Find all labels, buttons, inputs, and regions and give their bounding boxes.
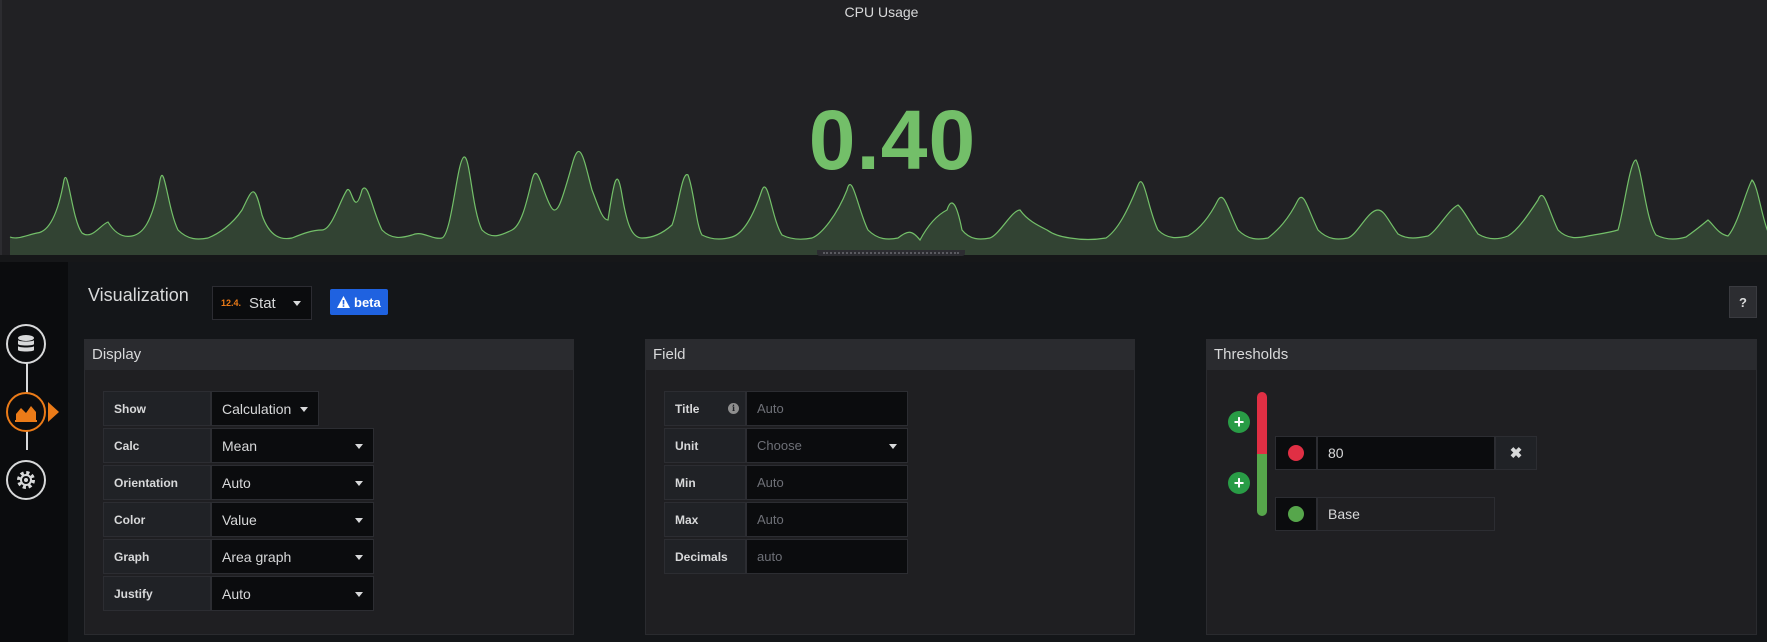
decimals-input[interactable]: auto (746, 539, 908, 574)
active-tab-arrow (48, 402, 59, 422)
display-orientation-row: Orientation Auto (103, 465, 374, 500)
justify-select-value: Auto (222, 585, 251, 602)
display-justify-row: Justify Auto (103, 576, 374, 611)
calc-select-value: Mean (222, 437, 258, 454)
stat-viz-icon: 12.4. (221, 298, 242, 308)
display-calc-row: Calc Mean (103, 428, 374, 463)
color-label: Color (103, 502, 211, 537)
thresholds-section: Thresholds (1206, 339, 1757, 635)
close-icon: ✖ (1509, 445, 1523, 462)
show-select[interactable]: Calculation (211, 391, 319, 426)
red-color-dot (1288, 445, 1304, 461)
stat-value: 0.40 (808, 93, 977, 187)
chevron-down-icon (355, 481, 363, 486)
color-select-value: Value (222, 511, 257, 528)
stat-panel: CPU Usage 0.40 (0, 0, 1767, 256)
title-label-text: Title (675, 401, 700, 416)
title-input[interactable]: Auto (746, 391, 908, 426)
chevron-down-icon (355, 555, 363, 560)
unit-label: Unit (664, 428, 746, 463)
threshold-row: 80 ✖ (1275, 436, 1537, 470)
help-button[interactable]: ? (1729, 286, 1757, 318)
visualization-tab-button[interactable] (6, 392, 46, 432)
visualization-picker-label: Stat (249, 294, 276, 312)
calc-select[interactable]: Mean (211, 428, 374, 463)
chevron-down-icon (355, 444, 363, 449)
editor-rail (0, 262, 68, 642)
area-chart-icon (15, 406, 37, 422)
title-label: Title i (664, 391, 746, 426)
field-max-row: Max Auto (664, 502, 908, 537)
unit-select[interactable]: Choose (746, 428, 908, 463)
display-graph-row: Graph Area graph (103, 539, 374, 574)
warning-icon (337, 296, 350, 308)
min-label: Min (664, 465, 746, 500)
threshold-bar-red (1257, 392, 1267, 454)
threshold-base-input: Base (1317, 497, 1495, 531)
general-tab-button[interactable] (6, 460, 46, 500)
graph-select-value: Area graph (222, 548, 292, 565)
queries-tab-button[interactable] (6, 324, 46, 364)
threshold-bar-green (1257, 454, 1267, 516)
chevron-down-icon (293, 301, 301, 306)
chevron-down-icon (355, 518, 363, 523)
graph-label: Graph (103, 539, 211, 574)
panel-resize-handle[interactable] (817, 250, 965, 256)
orientation-select-value: Auto (222, 474, 251, 491)
display-show-row: Show Calculation (103, 391, 319, 426)
graph-select[interactable]: Area graph (211, 539, 374, 574)
chevron-down-icon (889, 444, 897, 449)
max-input[interactable]: Auto (746, 502, 908, 537)
threshold-row-base: Base (1275, 497, 1495, 531)
threshold-color-picker[interactable] (1275, 497, 1317, 531)
color-select[interactable]: Value (211, 502, 374, 537)
orientation-select[interactable]: Auto (211, 465, 374, 500)
orientation-label: Orientation (103, 465, 211, 500)
display-color-row: Color Value (103, 502, 374, 537)
show-select-value: Calculation (222, 400, 292, 417)
decimals-label: Decimals (664, 539, 746, 574)
add-threshold-button[interactable]: + (1228, 411, 1250, 433)
field-title-row: Title i Auto (664, 391, 908, 426)
database-icon (18, 335, 34, 352)
visualization-picker[interactable]: 12.4. Stat (212, 286, 312, 320)
green-color-dot (1288, 506, 1304, 522)
max-label: Max (664, 502, 746, 537)
unit-select-placeholder: Choose (757, 438, 802, 453)
thresholds-section-title: Thresholds (1207, 340, 1756, 370)
field-min-row: Min Auto (664, 465, 908, 500)
visualization-header: Visualization (88, 285, 189, 305)
remove-threshold-button[interactable]: ✖ (1495, 436, 1537, 470)
gear-icon (17, 471, 35, 489)
field-section-title: Field (646, 340, 1134, 370)
panel-title[interactable]: CPU Usage (2, 4, 1761, 20)
min-input[interactable]: Auto (746, 465, 908, 500)
beta-badge[interactable]: beta (330, 289, 388, 315)
display-section-title: Display (85, 340, 573, 370)
info-icon[interactable]: i (728, 403, 739, 414)
beta-label: beta (354, 294, 381, 310)
chevron-down-icon (355, 592, 363, 597)
threshold-value-input[interactable]: 80 (1317, 436, 1495, 470)
show-label: Show (103, 391, 211, 426)
chevron-down-icon (300, 407, 308, 412)
justify-select[interactable]: Auto (211, 576, 374, 611)
field-decimals-row: Decimals auto (664, 539, 908, 574)
field-unit-row: Unit Choose (664, 428, 908, 463)
calc-label: Calc (103, 428, 211, 463)
add-threshold-button[interactable]: + (1228, 472, 1250, 494)
justify-label: Justify (103, 576, 211, 611)
threshold-color-picker[interactable] (1275, 436, 1317, 470)
